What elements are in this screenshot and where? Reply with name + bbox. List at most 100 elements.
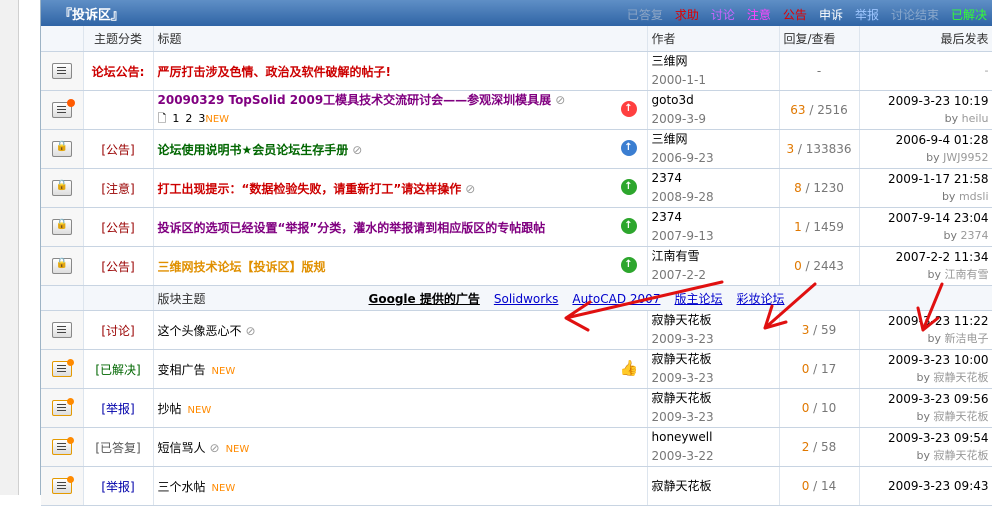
reply-count: 0: [801, 362, 810, 376]
thread-title-link[interactable]: 20090329 TopSolid 2009工模具技术交流研讨会——参观深圳模具…: [158, 93, 552, 107]
page-link[interactable]: 1: [172, 112, 179, 125]
new-topic-icon[interactable]: [51, 476, 74, 494]
filter-tab[interactable]: 讨论: [711, 8, 735, 22]
thread-title-link[interactable]: 打工出现提示：“数据检验失败，请重新打工”请这样操作: [158, 182, 462, 196]
last-post-time[interactable]: 2009-3-23 09:56: [864, 390, 989, 408]
last-poster-link[interactable]: 寂静天花板: [934, 449, 989, 462]
post-date: 2007-9-13: [651, 229, 714, 243]
attachment-icon: ⊘: [555, 93, 566, 107]
view-count: 2443: [813, 259, 844, 273]
author-name[interactable]: 江南有雪: [652, 247, 775, 266]
pinned-thread-row: [公告] 三维网技术论坛【投诉区】版规 ↑ 江南有雪 2007-2-2 0 / 24432…: [41, 246, 992, 286]
last-poster-link[interactable]: 2374: [961, 229, 989, 242]
filter-tab[interactable]: 公告: [783, 8, 807, 22]
author-name[interactable]: 寂静天花板: [652, 311, 775, 330]
reply-view-counts: 0 / 2443: [779, 246, 860, 286]
author-name[interactable]: 三维网: [652, 130, 775, 149]
last-post-time[interactable]: 2009-3-23 10:19: [864, 92, 989, 110]
filter-tab[interactable]: 求助: [675, 8, 699, 22]
view-count: -: [816, 64, 822, 78]
ad-link[interactable]: Solidworks: [494, 292, 559, 306]
thread-category[interactable]: [公告]: [83, 207, 154, 247]
author-name[interactable]: honeywell: [652, 428, 775, 447]
author-name[interactable]: 寂静天花板: [652, 389, 775, 408]
lock-icon[interactable]: [51, 180, 72, 196]
forum-board: 『投诉区』 已答复 求助 讨论 注意 公告 申诉 举报 讨论结束 已解决 主题分类 标题 作者 回复/…: [40, 0, 992, 506]
thread-category[interactable]: [公告]: [83, 129, 154, 169]
last-post-time[interactable]: 2009-3-23 10:00: [864, 351, 989, 369]
last-poster-link[interactable]: 江南有雪: [945, 268, 989, 281]
filter-tab[interactable]: 举报: [855, 8, 879, 22]
author-name[interactable]: 寂静天花板: [652, 350, 775, 369]
thread-category[interactable]: [讨论]: [83, 310, 154, 350]
by-label: by: [927, 268, 942, 281]
author-name[interactable]: 寂静天花板: [652, 477, 775, 496]
last-poster-link[interactable]: 新洁电子: [945, 332, 989, 345]
filter-tab[interactable]: 已解决: [951, 8, 987, 22]
page-link[interactable]: 2: [185, 112, 192, 125]
thread-category[interactable]: 论坛公告:: [83, 51, 154, 91]
filter-tab[interactable]: 讨论结束: [891, 8, 939, 22]
last-post-cell: 2006-9-4 01:28 by JWJ9952: [859, 129, 992, 169]
author-name[interactable]: 三维网: [652, 52, 775, 71]
new-topic-icon[interactable]: [51, 359, 74, 377]
ad-link[interactable]: Google 提供的广告: [369, 292, 480, 306]
author-name[interactable]: goto3d: [652, 91, 775, 110]
last-post-time[interactable]: 2009-3-23 11:22: [864, 312, 989, 330]
last-post-time[interactable]: 2007-2-2 11:34: [864, 248, 989, 266]
last-post-by: by 寂静天花板: [864, 369, 989, 387]
lock-icon[interactable]: [51, 219, 72, 235]
thread-title-link[interactable]: 变相广告: [158, 363, 206, 377]
last-post-time[interactable]: 2006-9-4 01:28: [864, 131, 989, 149]
last-post-time[interactable]: 2009-3-23 09:43: [864, 477, 989, 495]
new-badge: NEW: [211, 482, 236, 494]
filter-tab[interactable]: 注意: [747, 8, 771, 22]
thread-title-link[interactable]: 这个头像恶心不: [158, 324, 242, 338]
author-name[interactable]: 2374: [652, 208, 775, 227]
notice-icon[interactable]: [51, 63, 72, 79]
hot-topic-icon[interactable]: [51, 99, 75, 118]
title-column-header: 标题: [153, 26, 648, 52]
thread-author-cell: 2374 2007-9-13: [647, 207, 780, 247]
last-poster-link[interactable]: 寂静天花板: [934, 410, 989, 423]
last-poster-link[interactable]: JWJ9952: [943, 151, 988, 164]
filter-tab[interactable]: 已答复: [627, 8, 663, 22]
ad-link[interactable]: AutoCAD 2007: [572, 292, 660, 306]
last-post-time[interactable]: 2009-1-17 21:58: [864, 170, 989, 188]
thread-category[interactable]: [注意]: [83, 168, 154, 208]
post-date: 2007-2-2: [651, 268, 706, 282]
last-poster-link[interactable]: mdsli: [959, 190, 989, 203]
view-count: 58: [821, 440, 837, 454]
lock-icon[interactable]: [51, 141, 72, 157]
ad-link[interactable]: 版主论坛: [674, 292, 722, 306]
pinned-thread-row: [注意] 打工出现提示：“数据检验失败，请重新打工”请这样操作⊘ ↑ 2374 2008…: [41, 168, 992, 208]
last-post-time[interactable]: 2009-3-23 09:54: [864, 429, 989, 447]
thread-title-link[interactable]: 三维网技术论坛【投诉区】版规: [158, 260, 326, 274]
new-badge: NEW: [187, 404, 212, 416]
last-poster-link[interactable]: 寂静天花板: [934, 371, 989, 384]
author-name[interactable]: 2374: [652, 169, 775, 188]
thread-category[interactable]: [已答复]: [83, 427, 154, 467]
thread-title-link[interactable]: 短信骂人: [158, 441, 206, 455]
topic-icon[interactable]: [51, 322, 72, 338]
thread-title-link[interactable]: 投诉区的选项已经设置“举报”分类，灌水的举报请到相应版区的专帖跟帖: [158, 221, 546, 235]
thread-category[interactable]: [已解决]: [83, 349, 154, 389]
filter-tab[interactable]: 申诉: [819, 8, 843, 22]
last-post-time[interactable]: 2007-9-14 23:04: [864, 209, 989, 227]
pinned-thread-row: [公告] 投诉区的选项已经设置“举报”分类，灌水的举报请到相应版区的专帖跟帖 ↑ 23…: [41, 207, 992, 247]
thread-category[interactable]: [公告]: [83, 246, 154, 286]
new-topic-icon[interactable]: [51, 437, 74, 455]
thread-category[interactable]: [举报]: [83, 466, 154, 506]
thread-category[interactable]: [83, 90, 154, 130]
thread-title-link[interactable]: 抄帖: [158, 402, 182, 416]
thread-title-link[interactable]: 论坛使用说明书★会员论坛生存手册: [158, 143, 349, 157]
lock-icon[interactable]: [51, 258, 72, 274]
ad-link[interactable]: 彩妆论坛: [736, 292, 784, 306]
new-topic-icon[interactable]: [51, 398, 74, 416]
last-poster-link[interactable]: heilu: [962, 112, 989, 125]
thread-category[interactable]: [举报]: [83, 388, 154, 428]
thread-title-link[interactable]: 三个水帖: [158, 480, 206, 494]
thread-title-link[interactable]: 严厉打击涉及色情、政治及软件破解的帖子!: [158, 65, 391, 79]
last-poster-link[interactable]: -: [985, 64, 989, 77]
view-count: 2516: [817, 103, 848, 117]
